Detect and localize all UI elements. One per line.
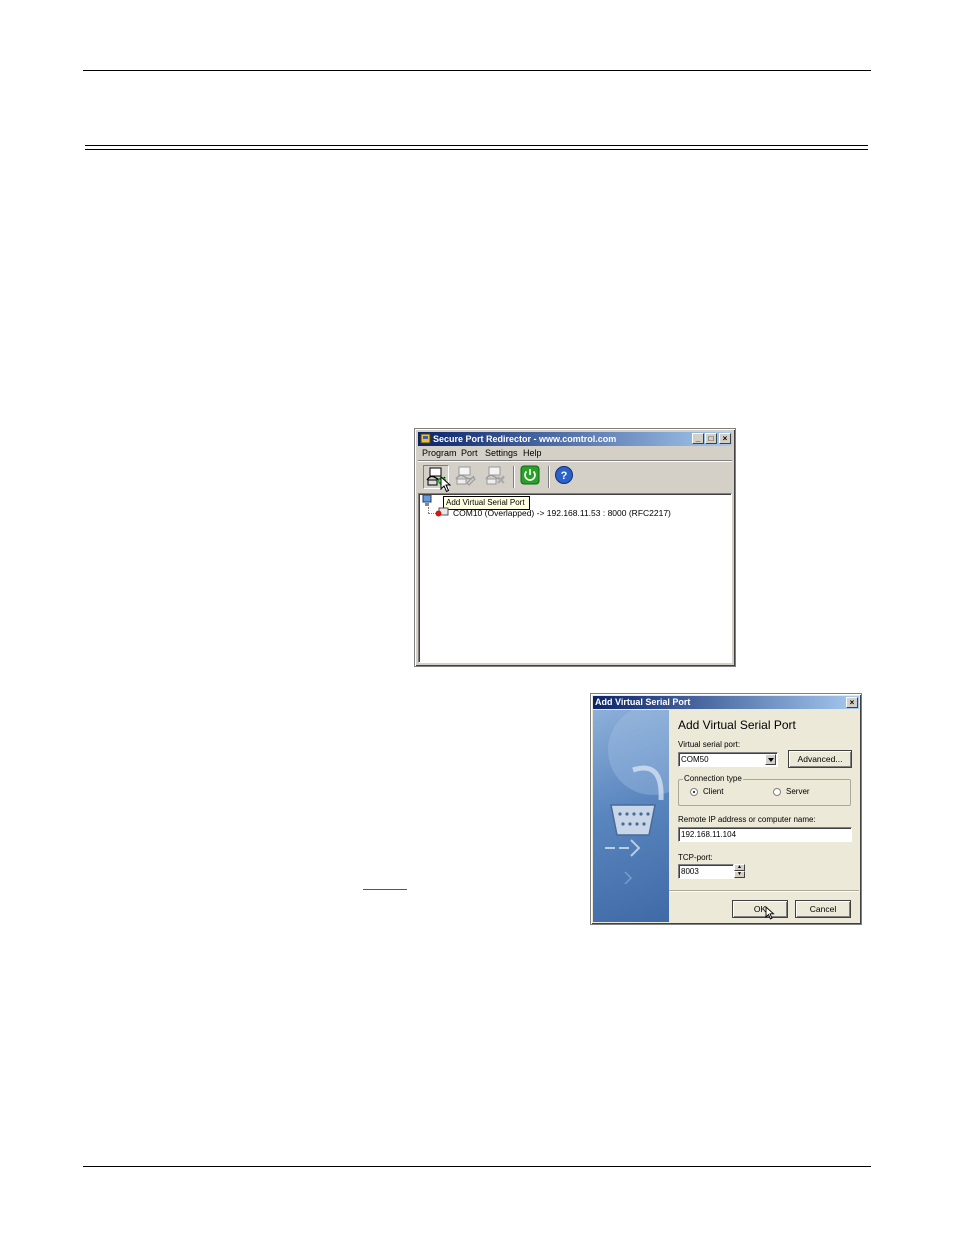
- menu-program[interactable]: Program: [422, 447, 457, 460]
- menu-bar: Program Port Settings Help: [418, 447, 732, 460]
- dialog-heading: Add Virtual Serial Port: [678, 718, 796, 732]
- tcp-port-label: TCP-port:: [678, 853, 713, 862]
- power-icon: [520, 465, 540, 485]
- remote-address-label: Remote IP address or computer name:: [678, 815, 816, 824]
- spin-down-icon[interactable]: ▼: [734, 871, 745, 878]
- connection-type-label: Connection type: [683, 774, 743, 784]
- tcp-port-input[interactable]: 8003: [678, 864, 734, 879]
- help-button[interactable]: ?: [552, 465, 578, 489]
- mouse-cursor-icon: [765, 906, 775, 920]
- virtual-port-label: Virtual serial port:: [678, 740, 741, 749]
- add-virtual-serial-port-dialog: Add Virtual Serial Port × Add Virtual Se…: [590, 693, 862, 925]
- secure-port-redirector-window: Secure Port Redirector - www.comtrol.com…: [414, 428, 736, 667]
- app-icon: [420, 433, 431, 444]
- dialog-banner: [593, 710, 669, 922]
- toolbar-separator: [548, 466, 550, 488]
- advanced-button[interactable]: Advanced...: [788, 750, 852, 768]
- section-rule-top: [85, 145, 868, 146]
- server-label: Server: [786, 787, 810, 796]
- client-radio[interactable]: [690, 788, 698, 796]
- chevron-down-icon[interactable]: [765, 754, 776, 765]
- help-icon: ?: [555, 466, 573, 484]
- spin-up-icon[interactable]: ▲: [734, 864, 745, 871]
- port-tree[interactable]: Add Virtual Serial Port COM10 (Overlappe…: [418, 493, 732, 663]
- window-title: Secure Port Redirector - www.comtrol.com: [433, 434, 617, 444]
- virtual-port-select[interactable]: COM50: [678, 752, 778, 767]
- server-radio[interactable]: [773, 788, 781, 796]
- toolbar-separator: [513, 466, 515, 488]
- close-button[interactable]: ×: [719, 433, 731, 444]
- edit-port-button[interactable]: [453, 465, 479, 489]
- menu-help[interactable]: Help: [523, 447, 542, 460]
- dialog-button-divider: [669, 890, 859, 892]
- minimize-button[interactable]: _: [692, 433, 704, 444]
- dialog-close-button[interactable]: ×: [846, 697, 858, 708]
- title-bar[interactable]: Secure Port Redirector - www.comtrol.com…: [418, 432, 732, 446]
- maximize-button[interactable]: □: [705, 433, 717, 444]
- virtual-port-value: COM50: [681, 755, 709, 764]
- toolbar: ?: [418, 461, 732, 493]
- client-label: Client: [703, 787, 724, 796]
- ok-button[interactable]: OK: [732, 900, 788, 918]
- svg-text:?: ?: [561, 470, 568, 482]
- power-button[interactable]: [518, 465, 544, 489]
- header-rule: [83, 70, 871, 71]
- section-rule-bottom: [85, 149, 868, 150]
- computer-icon: [422, 495, 432, 506]
- serial-connector-icon: [605, 710, 669, 885]
- menu-settings[interactable]: Settings: [485, 447, 518, 460]
- remove-port-icon: [485, 466, 505, 485]
- dialog-title-bar[interactable]: Add Virtual Serial Port ×: [593, 696, 859, 709]
- port-status-icon: [435, 507, 449, 517]
- cancel-button[interactable]: Cancel: [795, 900, 851, 918]
- link-underline[interactable]: [363, 889, 407, 890]
- remote-address-input[interactable]: 192.168.11.104: [678, 827, 852, 842]
- edit-port-icon: [455, 466, 476, 486]
- tree-item-com10[interactable]: COM10 (Overlapped) -> 192.168.11.53 : 80…: [453, 507, 671, 519]
- menu-port[interactable]: Port: [461, 447, 478, 460]
- dialog-title: Add Virtual Serial Port: [595, 697, 691, 707]
- footer-rule: [83, 1166, 871, 1167]
- cursor-arrow-icon: [440, 476, 451, 493]
- remove-port-button[interactable]: [483, 465, 509, 489]
